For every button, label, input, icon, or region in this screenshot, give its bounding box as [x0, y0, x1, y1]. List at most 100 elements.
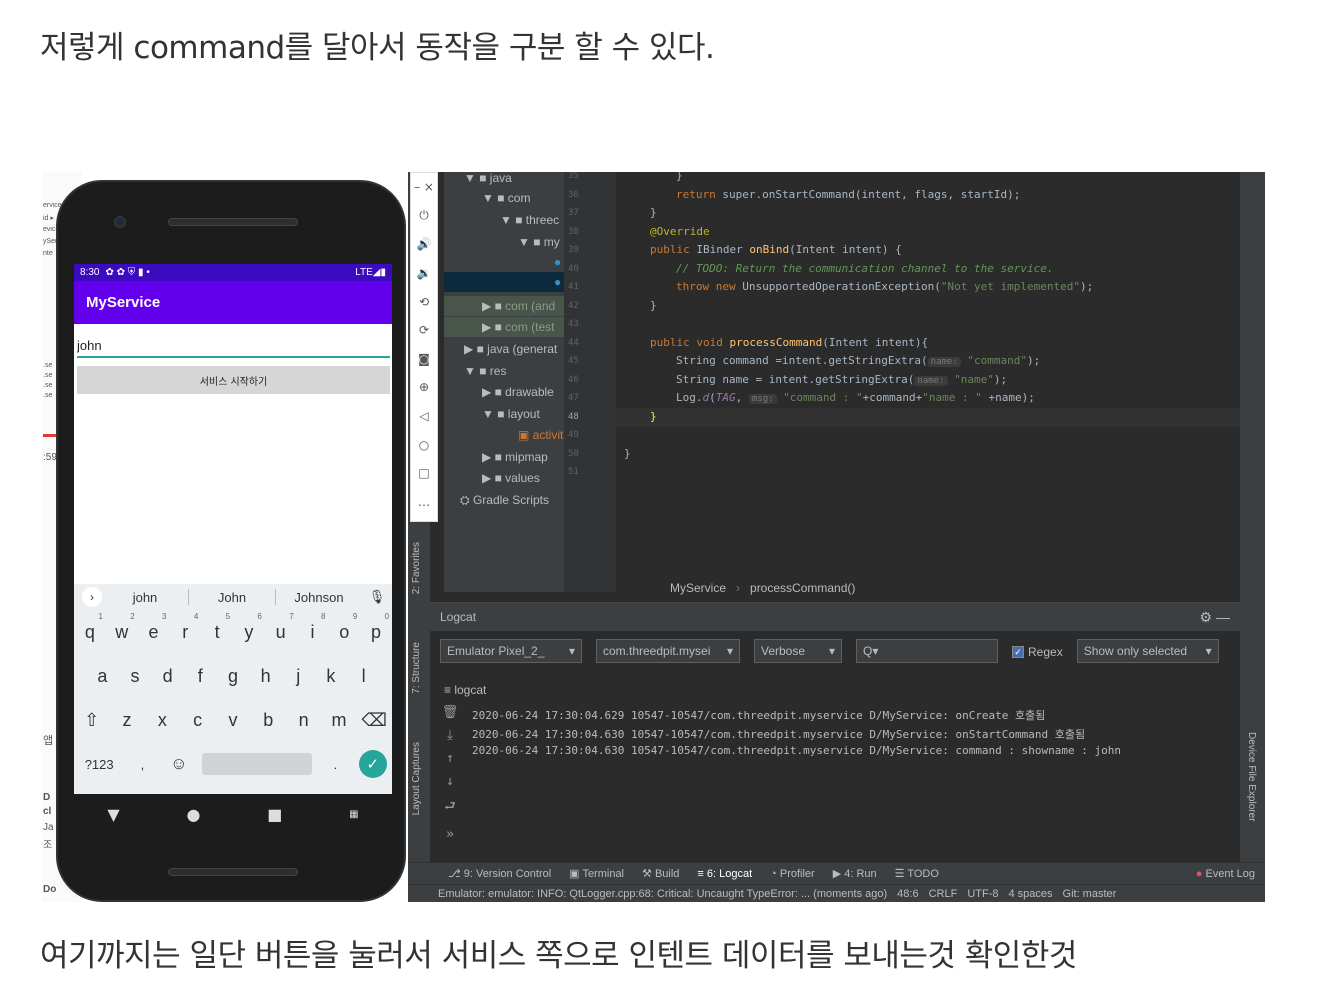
volume-down-icon[interactable]: 🔉 [417, 259, 432, 288]
power-icon[interactable]: ⏻ [419, 202, 429, 231]
line-separator[interactable]: CRLF [929, 888, 958, 900]
breadcrumb-method[interactable]: processCommand() [750, 581, 855, 595]
tab-todo[interactable]: ☰ TODO [895, 867, 939, 880]
key[interactable]: u7 [268, 612, 294, 643]
key[interactable]: q1 [77, 612, 103, 643]
tab-terminal[interactable]: ▣ Terminal [569, 867, 624, 880]
code-editor[interactable]: } return super.onStartCommand(intent, fl… [616, 172, 1265, 592]
home-icon[interactable]: ○ [419, 430, 429, 459]
key[interactable]: b [255, 710, 281, 731]
shift-key[interactable]: ⇧ [79, 710, 105, 731]
back-icon[interactable]: ◁ [419, 402, 428, 431]
comma-key[interactable]: , [129, 757, 155, 772]
back-icon[interactable]: ▼ [107, 805, 119, 824]
tab-run[interactable]: ▶ 4: Run [833, 867, 877, 880]
volume-up-icon[interactable]: 🔊 [417, 230, 432, 259]
favorites-tab[interactable]: 2: Favorites [411, 542, 422, 594]
tab-build[interactable]: ⚒ Build [642, 867, 679, 880]
caret-position[interactable]: 48:6 [897, 888, 918, 900]
chevron-right-icon[interactable]: › [82, 587, 102, 607]
zoom-icon[interactable]: ⊕ [419, 373, 429, 402]
logcat-subtab[interactable]: ≡ logcat [444, 683, 486, 697]
backspace-key[interactable]: ⌫ [361, 710, 387, 731]
key[interactable]: c [185, 710, 211, 731]
breadcrumb-class[interactable]: MyService [670, 581, 726, 595]
key[interactable]: o9 [331, 612, 357, 643]
key[interactable]: g [220, 666, 246, 687]
class-icon[interactable]: ● [444, 272, 564, 292]
key[interactable]: m [326, 710, 352, 731]
filter-select[interactable]: Show only selected ▾ [1076, 639, 1219, 663]
search-input[interactable]: Q▾ [856, 639, 998, 663]
key[interactable]: i8 [299, 612, 325, 643]
encoding[interactable]: UTF-8 [967, 888, 998, 900]
device-explorer-tab[interactable]: Device File Explorer [1246, 732, 1257, 821]
start-service-button[interactable]: 서비스 시작하기 [77, 366, 390, 394]
key[interactable]: k [318, 666, 344, 687]
key[interactable]: n [291, 710, 317, 731]
key[interactable]: l [351, 666, 377, 687]
period-key[interactable]: . [322, 757, 348, 772]
name-input[interactable] [77, 334, 390, 358]
symbols-key[interactable]: ?123 [79, 757, 119, 772]
home-icon[interactable]: ● [186, 805, 200, 824]
event-log[interactable]: ● Event Log [1196, 868, 1255, 880]
level-select[interactable]: Verbose ▾ [754, 639, 842, 663]
up-icon[interactable]: ↑ [446, 751, 454, 766]
key[interactable]: r4 [172, 612, 198, 643]
indent[interactable]: 4 spaces [1008, 888, 1052, 900]
suggestion[interactable]: Johnson [276, 590, 362, 605]
layout-captures-tab[interactable]: Layout Captures [411, 742, 422, 815]
suggestion[interactable]: John [189, 590, 275, 605]
tab-profiler[interactable]: ◔ Profiler [770, 868, 815, 880]
tree-item[interactable]: ▼ ■ res [464, 361, 506, 381]
recents-icon[interactable]: ■ [267, 805, 282, 824]
key[interactable]: y6 [236, 612, 262, 643]
tree-item[interactable]: ▼ ■ my [518, 232, 560, 252]
overview-icon[interactable]: □ [418, 459, 429, 488]
tab-logcat[interactable]: ≡ 6: Logcat [697, 868, 752, 880]
tree-item[interactable]: ▶ ■ com (test [444, 317, 564, 337]
tree-item[interactable]: ▶ ■ java (generat [464, 339, 557, 359]
class-icon[interactable]: ● [554, 252, 561, 272]
structure-tab[interactable]: 7: Structure [411, 642, 422, 694]
more-icon[interactable]: … [418, 488, 430, 517]
space-key[interactable] [202, 753, 313, 775]
regex-checkbox[interactable]: ✓ Regex [1012, 639, 1063, 665]
rotate-right-icon[interactable]: ⟳ [419, 316, 429, 345]
key[interactable]: e3 [140, 612, 166, 643]
emoji-icon[interactable]: ☺ [166, 754, 192, 774]
key[interactable]: t5 [204, 612, 231, 643]
suggestion[interactable]: john [102, 590, 188, 605]
rotate-left-icon[interactable]: ⟲ [419, 287, 429, 316]
device-select[interactable]: Emulator Pixel_2_ ▾ [440, 639, 582, 663]
more-icon[interactable]: » [446, 827, 454, 842]
tree-item[interactable]: ▶ ■ values [482, 468, 540, 488]
tree-item[interactable]: ▶ ■ drawable [482, 382, 554, 402]
gear-icon[interactable]: ⚙ — [1200, 609, 1230, 626]
down-icon[interactable]: ↓ [446, 774, 454, 789]
key[interactable]: a [89, 666, 115, 687]
trash-icon[interactable]: 🗑 [442, 705, 459, 720]
key[interactable]: v [220, 710, 246, 731]
minimize-icon[interactable]: – × [414, 173, 434, 202]
camera-icon[interactable]: ◙ [418, 345, 430, 374]
key[interactable]: w2 [109, 612, 135, 643]
scroll-end-icon[interactable]: ⤓ [447, 728, 453, 743]
wrap-icon[interactable]: ⮐ [444, 797, 456, 819]
done-key[interactable]: ✓ [358, 750, 387, 778]
git-branch[interactable]: Git: master [1063, 888, 1117, 900]
tree-item[interactable]: ▼ ■ threec [500, 210, 559, 230]
key[interactable]: p0 [363, 612, 389, 643]
keyboard-icon[interactable]: ▦ [349, 809, 358, 820]
package-select[interactable]: com.threedpit.mysei ▾ [596, 639, 740, 663]
tree-item[interactable]: ▼ ■ layout [482, 404, 540, 424]
tab-version-control[interactable]: ⎇ 9: Version Control [448, 867, 551, 880]
key[interactable]: d [155, 666, 181, 687]
tree-item[interactable]: ▼ ■ com [482, 188, 530, 208]
tree-item[interactable]: ⛭ Gradle Scripts [460, 490, 549, 510]
tree-item[interactable]: ▶ ■ com (and [444, 296, 564, 316]
key[interactable]: s [122, 666, 148, 687]
tree-item[interactable]: ▣ activit [518, 425, 563, 445]
key[interactable]: h [253, 666, 279, 687]
